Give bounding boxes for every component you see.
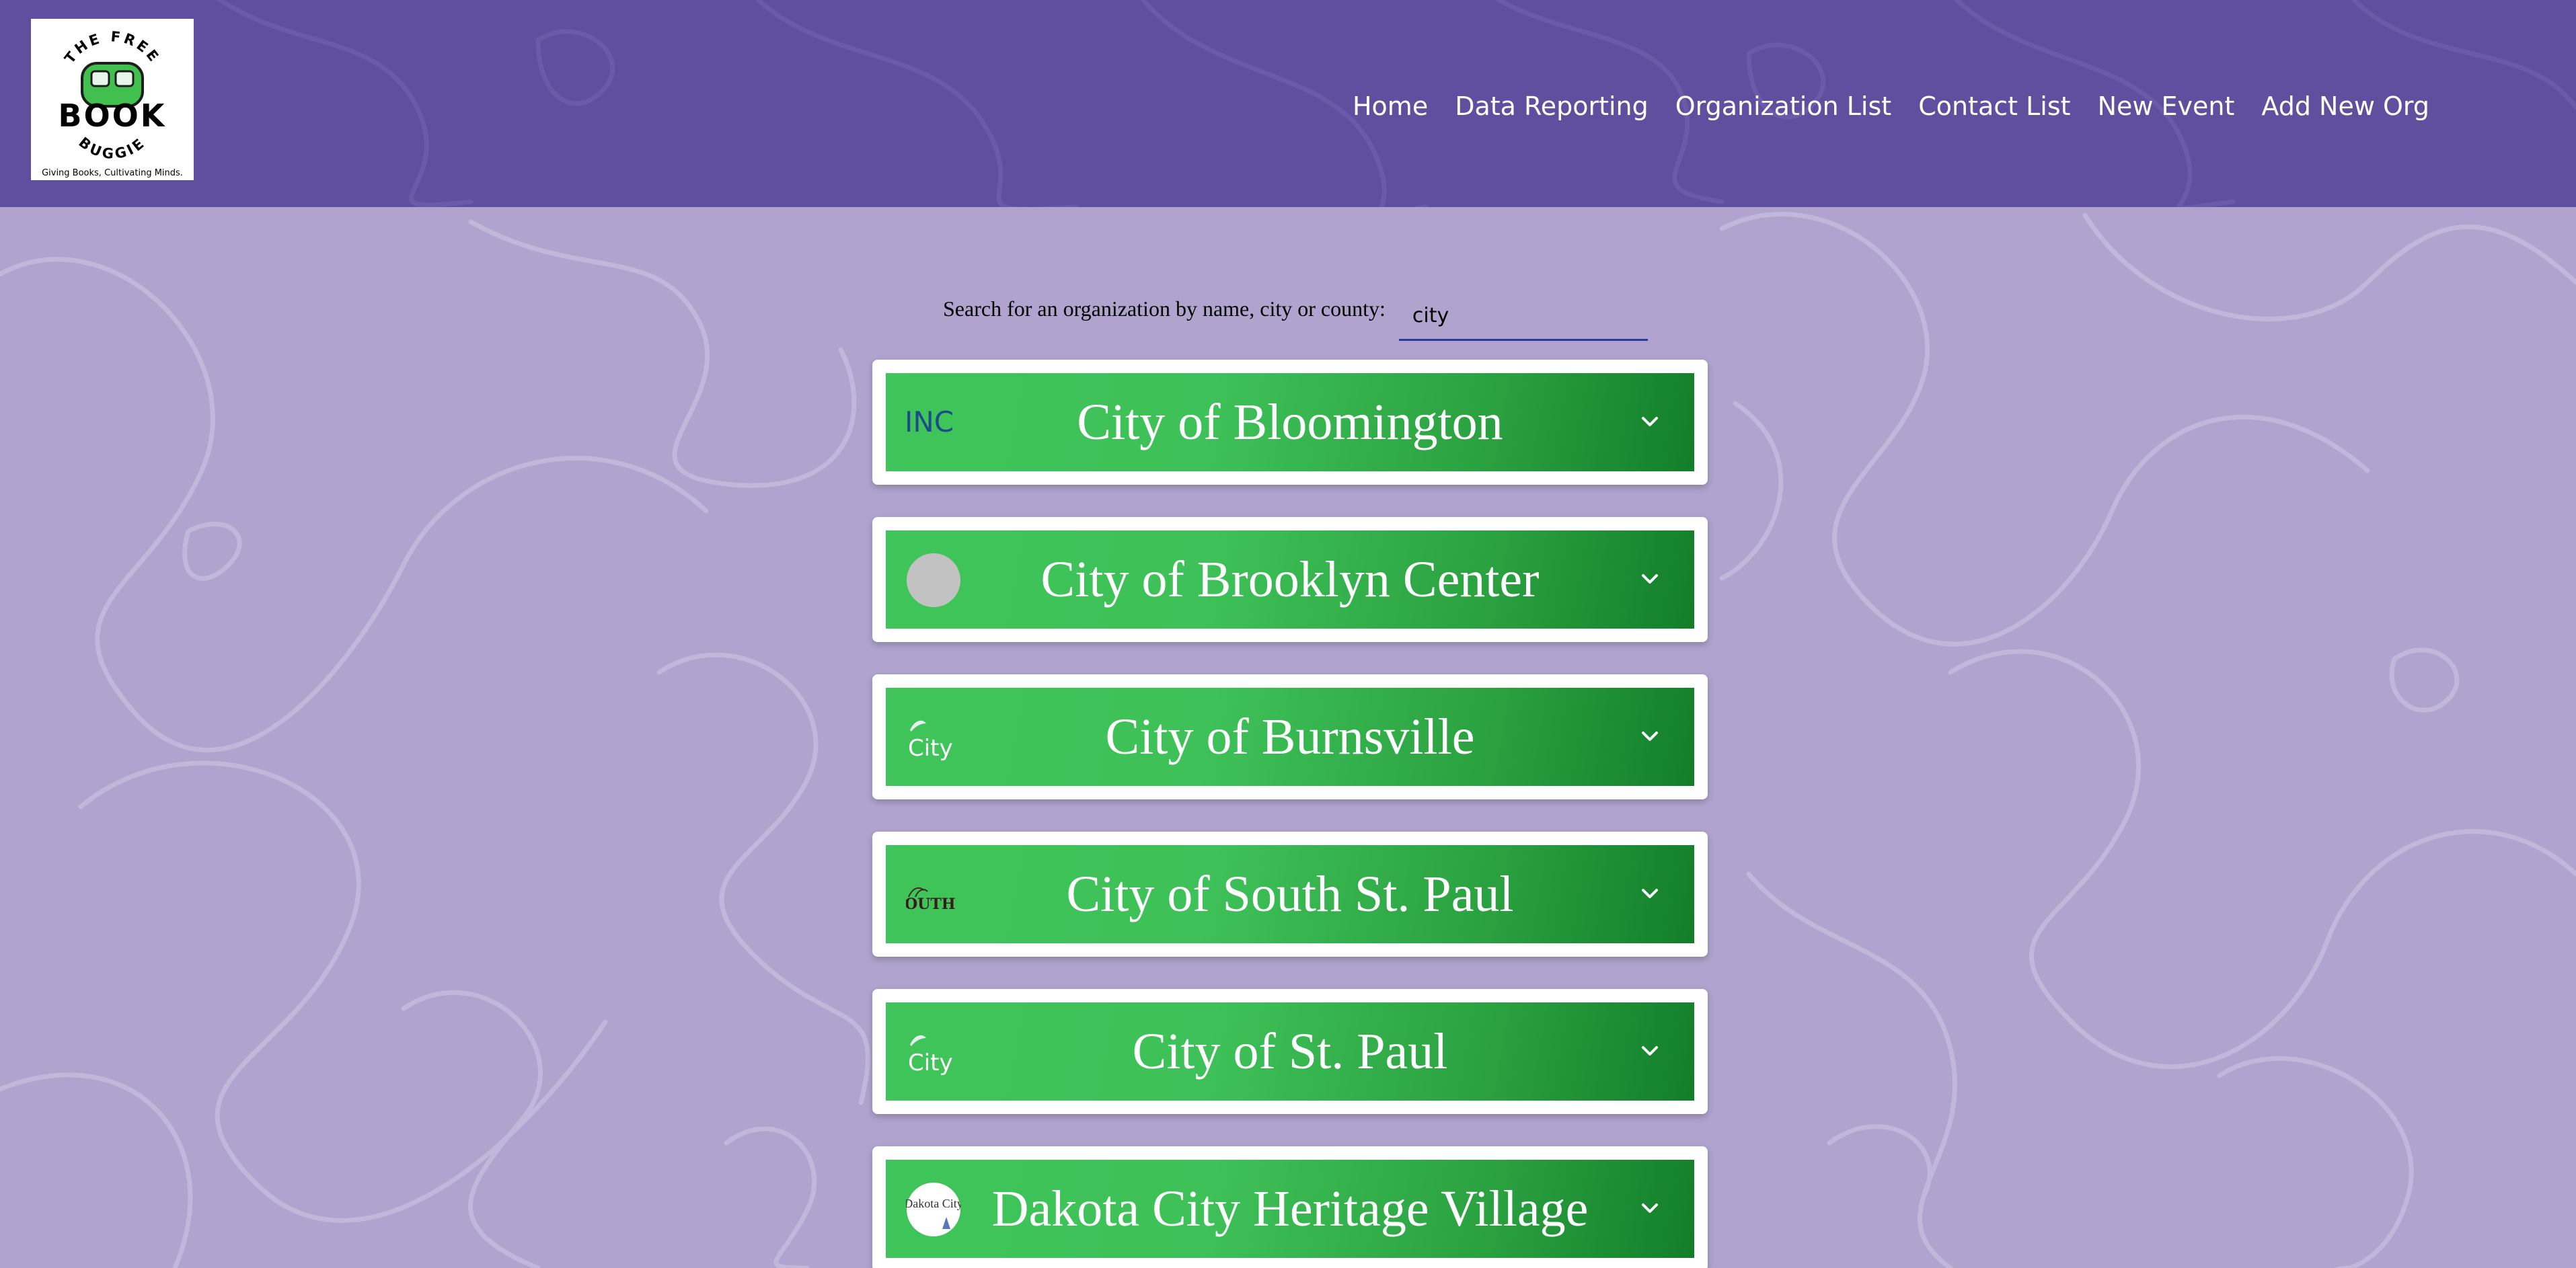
svg-text:City: City (908, 1049, 953, 1076)
org-logo-burnsville: City (906, 710, 961, 765)
organization-list: INC City of Bloomington City of Brooklyn… (872, 360, 1708, 1268)
svg-text:BUGGIE: BUGGIE (76, 134, 149, 162)
nav-add-new-org[interactable]: Add New Org (2261, 91, 2429, 121)
org-accordion-header[interactable]: OUTH S City of South St. Paul (886, 845, 1694, 943)
org-logo-placeholder-icon (906, 553, 961, 608)
header-bar: THE FREE BOOK BUGGIE Giving Books, Culti… (0, 0, 2576, 207)
svg-text:OUTH S: OUTH S (906, 896, 961, 913)
org-name: City of Brooklyn Center (1040, 551, 1540, 608)
org-card: INC City of Bloomington (872, 360, 1708, 485)
org-name: Dakota City Heritage Village (991, 1180, 1589, 1237)
org-name: City of South St. Paul (1066, 865, 1514, 922)
org-card: City City of Burnsville (872, 674, 1708, 799)
search-row: Search for an organization by name, city… (943, 286, 1648, 341)
free-book-buggie-logo: THE FREE BOOK BUGGIE Giving Books, Culti… (42, 28, 183, 178)
nav-home[interactable]: Home (1353, 91, 1428, 121)
svg-text:City: City (908, 735, 953, 762)
org-logo-bloomington: INC (906, 395, 961, 450)
org-logo-south-st-paul: OUTH S (906, 867, 961, 922)
svg-text:THE FREE: THE FREE (61, 28, 163, 67)
svg-text:Giving Books, Cultivating Mind: Giving Books, Cultivating Minds. (42, 168, 183, 178)
search-label: Search for an organization by name, city… (943, 296, 1386, 321)
org-accordion-header[interactable]: City of Brooklyn Center (886, 530, 1694, 629)
chevron-down-icon[interactable] (1639, 883, 1661, 904)
org-accordion-header[interactable]: City City of Burnsville (886, 688, 1694, 786)
logo[interactable]: THE FREE BOOK BUGGIE Giving Books, Culti… (31, 19, 194, 180)
chevron-down-icon[interactable] (1639, 568, 1661, 590)
nav-data-reporting[interactable]: Data Reporting (1455, 91, 1649, 121)
org-card: Dakota City Dakota City Heritage Village (872, 1146, 1708, 1268)
nav-contact-list[interactable]: Contact List (1918, 91, 2070, 121)
org-name: City of St. Paul (1132, 1023, 1448, 1080)
org-card: City City of St. Paul (872, 989, 1708, 1114)
org-accordion-header[interactable]: INC City of Bloomington (886, 373, 1694, 471)
nav-organization-list[interactable]: Organization List (1675, 91, 1891, 121)
org-logo-st-paul: City (906, 1025, 961, 1080)
org-accordion-header[interactable]: City City of St. Paul (886, 1002, 1694, 1101)
org-card: City of Brooklyn Center (872, 517, 1708, 642)
main-nav: Home Data Reporting Organization List Co… (1353, 91, 2429, 121)
chevron-down-icon[interactable] (1639, 1197, 1661, 1219)
nav-new-event[interactable]: New Event (2098, 91, 2235, 121)
svg-text:INC: INC (906, 405, 954, 438)
org-card: OUTH S City of South St. Paul (872, 832, 1708, 957)
chevron-down-icon[interactable] (1639, 725, 1661, 747)
org-logo-dakota-city: Dakota City (906, 1182, 961, 1237)
svg-text:Dakota City: Dakota City (906, 1197, 961, 1210)
search-input[interactable] (1398, 286, 1648, 341)
org-name: City of Bloomington (1077, 393, 1503, 450)
chevron-down-icon[interactable] (1639, 1040, 1661, 1062)
chevron-down-icon[interactable] (1639, 411, 1661, 432)
org-accordion-header[interactable]: Dakota City Dakota City Heritage Village (886, 1160, 1694, 1258)
svg-text:BOOK: BOOK (59, 97, 167, 134)
org-name: City of Burnsville (1105, 708, 1475, 765)
